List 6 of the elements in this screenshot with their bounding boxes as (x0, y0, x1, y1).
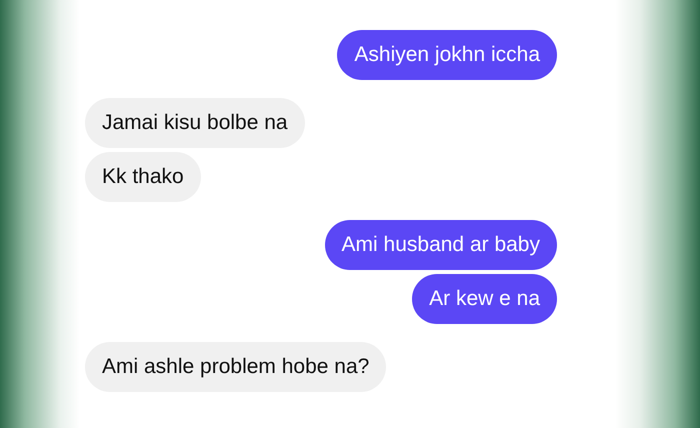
message-bubble: Ar kew e na (412, 274, 557, 324)
message-bubble: Ami husband ar baby (324, 220, 557, 270)
message-bubble: Ami ashle problem hobe na? (85, 342, 386, 392)
message-bubble: Kk thako (85, 152, 201, 202)
message-bubble: Jamai kisu bolbe na (85, 98, 305, 148)
message-bubble: Ashiyen jokhn iccha (337, 30, 557, 80)
